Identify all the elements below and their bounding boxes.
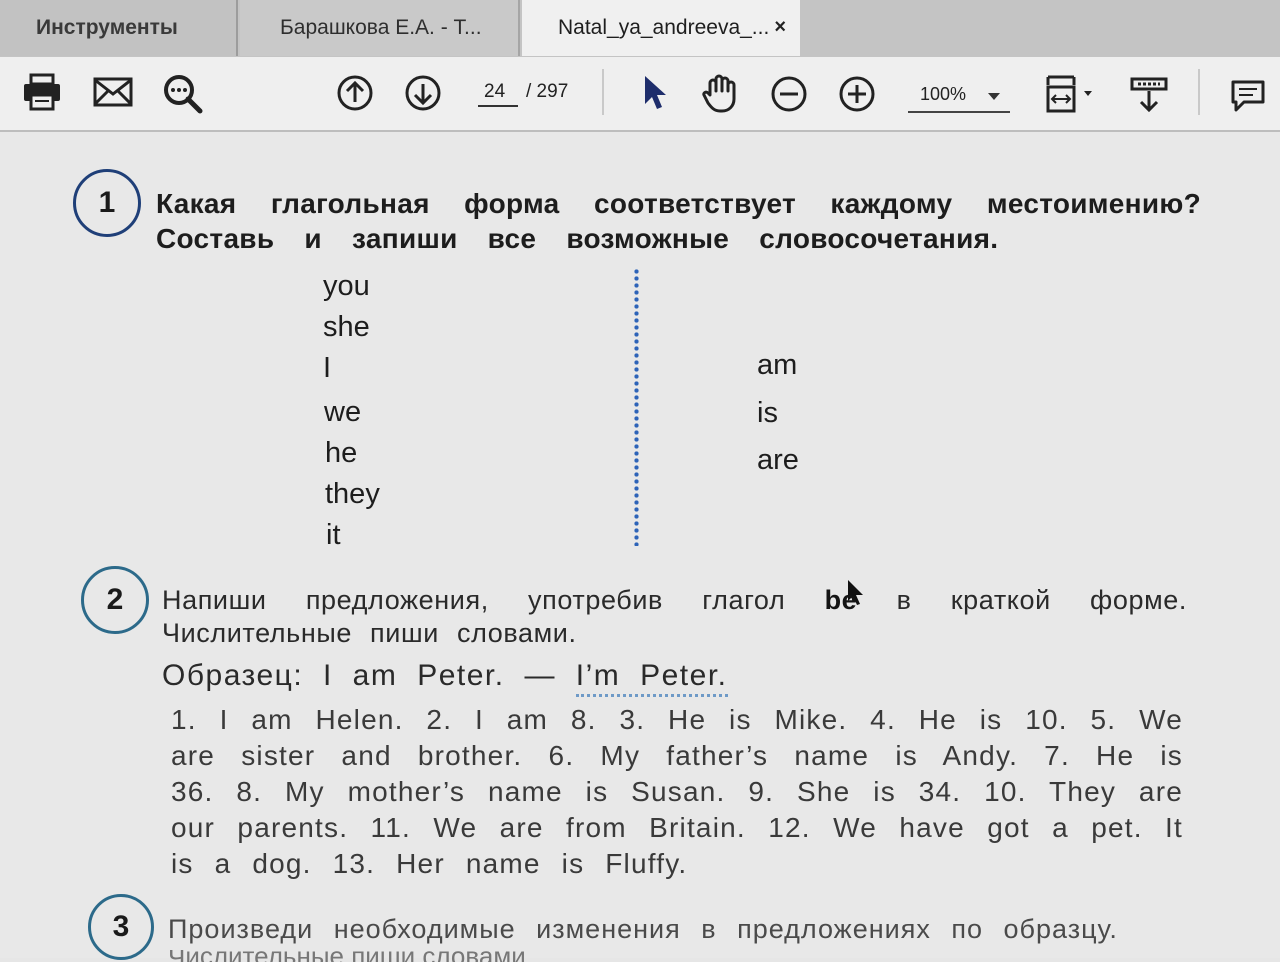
chevron-down-icon[interactable] <box>988 93 1000 100</box>
pronoun-item: we <box>324 396 362 428</box>
hand-icon[interactable] <box>702 73 742 113</box>
exercise-number: 3 <box>88 894 154 960</box>
tab-document-label: Барашкова Е.А. - Т... <box>280 16 482 39</box>
exercise2-sample: Образец: I am Peter. — I’m Peter. <box>162 659 728 697</box>
pronoun-item: she <box>323 311 370 343</box>
pronoun-item: they <box>325 478 380 510</box>
scroll-mode-icon[interactable] <box>1130 75 1168 115</box>
document-page: 1 Какая глагольная форма соответствует к… <box>0 132 1280 962</box>
exercise-number: 1 <box>73 169 141 237</box>
tab-tools-label: Инструменты <box>36 16 178 39</box>
fit-page-icon[interactable] <box>1044 73 1098 115</box>
verb-item: is <box>757 397 778 429</box>
dotted-divider <box>634 268 639 546</box>
exercise3-instruction: Произведи необходимые изменения в предло… <box>168 914 1118 944</box>
exercise2-instruction: Напиши предложения, употребив глагол be … <box>162 585 1187 648</box>
tab-document-label: Natal_ya_andreeva_... <box>558 16 770 39</box>
page-number-input[interactable]: 24 <box>478 77 518 107</box>
pronoun-item: I <box>323 352 332 384</box>
toolbar-divider <box>602 69 604 115</box>
pronoun-item: you <box>323 270 370 302</box>
page-down-icon[interactable] <box>404 74 442 112</box>
zoom-out-icon[interactable] <box>770 75 808 113</box>
exercise1-instruction: Какая глагольная форма соответствует каж… <box>156 188 1201 254</box>
tab-bar: Инструменты Барашкова Е.А. - Т... Natal_… <box>0 0 1280 57</box>
verb-item: are <box>757 444 799 476</box>
tab-document-barashkova[interactable]: Барашкова Е.А. - Т... <box>240 0 520 56</box>
exercise3-cut-line: Числительные пиши словами. <box>168 950 608 962</box>
printer-icon[interactable] <box>22 73 62 111</box>
emphasis-text: be <box>824 585 858 615</box>
comment-icon[interactable] <box>1230 79 1266 113</box>
exercise-number: 2 <box>81 566 149 634</box>
zoom-level-value: 100% <box>920 84 967 104</box>
toolbar: 24 / 297 100% <box>0 57 1280 132</box>
select-arrow-icon[interactable] <box>642 74 668 112</box>
mail-icon[interactable] <box>93 77 133 107</box>
zoom-in-icon[interactable] <box>838 75 876 113</box>
page-up-icon[interactable] <box>336 74 374 112</box>
tab-document-active[interactable]: Natal_ya_andreeva_... × <box>522 0 800 56</box>
pronoun-item: it <box>326 519 341 551</box>
toolbar-divider <box>1198 69 1200 115</box>
pronoun-item: he <box>325 437 358 469</box>
page-total-label: / 297 <box>526 81 569 102</box>
close-icon[interactable]: × <box>774 17 786 37</box>
search-zoom-icon[interactable] <box>162 73 204 115</box>
tab-tools[interactable]: Инструменты <box>0 0 238 56</box>
verb-item: am <box>757 349 798 381</box>
exercise2-sentences: 1. I am Helen. 2. I am 8. 3. He is Mike.… <box>171 704 1183 879</box>
